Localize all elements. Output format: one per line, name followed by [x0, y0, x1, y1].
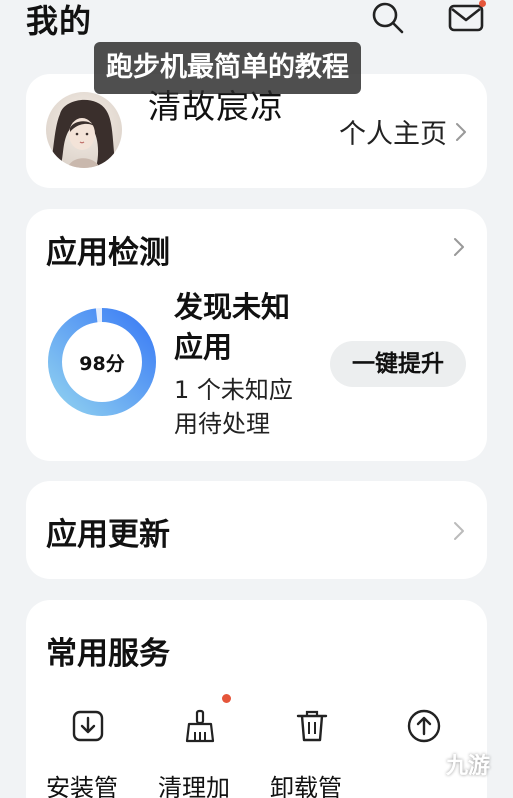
broom-clean-icon — [185, 709, 215, 743]
services-title: 常用服务 — [46, 636, 170, 672]
avatar[interactable] — [46, 92, 122, 168]
service-item-install[interactable]: 安装管 — [46, 708, 146, 798]
chevron-right-icon — [454, 522, 464, 540]
watermark-logo: 九游 — [418, 748, 490, 780]
detect-status: 发现未知应用 — [174, 290, 291, 364]
service-label: 卸载管 — [270, 774, 342, 798]
chevron-right-icon[interactable] — [453, 237, 465, 257]
download-install-icon — [72, 710, 104, 742]
detect-detail: 1 个未知应用待处理 — [174, 376, 293, 438]
service-label: 安装管 — [46, 774, 118, 798]
watermark-icon — [420, 749, 438, 779]
service-item-uninstall[interactable]: 卸载管 — [270, 708, 370, 798]
profile-homepage-link[interactable]: 个人主页 — [339, 112, 467, 151]
app-detect-title: 应用检测 — [46, 235, 170, 271]
service-label: 清理加 — [158, 774, 230, 798]
service-item-clean[interactable]: 清理加 — [158, 694, 258, 798]
search-icon[interactable] — [370, 0, 406, 36]
video-caption-overlay: 跑步机最简单的教程 — [94, 42, 361, 94]
clean-badge-dot — [222, 694, 231, 703]
app-update-title: 应用更新 — [46, 517, 170, 553]
app-detect-card[interactable]: 应用检测 98分 发现未知应用 1 个未知应用待处理 一键提升 — [26, 209, 487, 461]
chevron-right-icon — [456, 122, 466, 141]
score-value: 98分 — [79, 352, 125, 375]
page-title: 我的 — [26, 2, 93, 40]
one-click-upgrade-button[interactable]: 一键提升 — [330, 341, 466, 387]
trash-uninstall-icon — [296, 710, 328, 742]
app-update-card[interactable]: 应用更新 — [26, 481, 487, 579]
mail-badge-dot — [479, 0, 486, 7]
watermark-text: 九游 — [446, 754, 491, 779]
profile-link-label: 个人主页 — [339, 119, 447, 150]
upload-icon — [407, 709, 441, 743]
